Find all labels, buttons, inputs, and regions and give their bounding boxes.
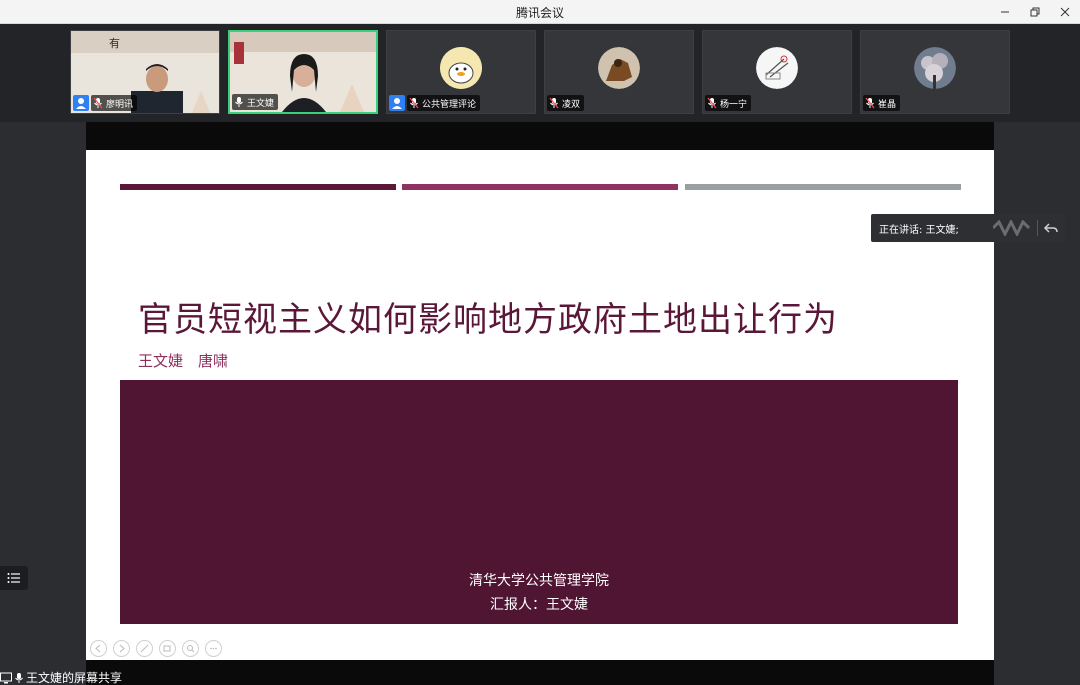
window-controls	[990, 0, 1080, 24]
mic-muted-icon	[707, 97, 717, 109]
participant-name-label: 崔晶	[863, 95, 901, 111]
participant-name-label: 廖明讯	[91, 95, 138, 111]
participant-name-label: 杨一宁	[705, 95, 752, 111]
window-title: 腾讯会议	[515, 6, 564, 20]
avatar	[598, 47, 640, 89]
shared-slide[interactable]: 官员短视主义如何影响地方政府土地出让行为 王文婕 唐啸 清华大学公共管理学院 汇…	[86, 150, 994, 660]
participant-tile[interactable]: 杨一宁	[702, 30, 852, 114]
slides-icon	[163, 645, 171, 652]
minimize-button[interactable]	[990, 0, 1020, 24]
slide-institution: 清华大学公共管理学院	[469, 573, 609, 589]
participant-name-label: 公共管理评论	[407, 95, 481, 111]
avatar	[756, 47, 798, 89]
mic-muted-icon	[865, 97, 875, 109]
participant-tile[interactable]: 王文婕	[228, 30, 378, 114]
minimize-icon	[1001, 11, 1009, 13]
mic-icon	[235, 97, 243, 107]
participant-name: 公共管理评论	[422, 99, 477, 110]
participant-name: 杨一宁	[720, 99, 748, 110]
participant-name-label: 凌双	[547, 95, 585, 111]
avatar	[914, 47, 956, 89]
shared-screen-letterbox-bottom	[86, 660, 994, 685]
close-button[interactable]	[1050, 0, 1080, 24]
shared-screen-letterbox-top	[86, 122, 994, 150]
screen-share-status: 王文婕的屏幕共享	[0, 670, 122, 685]
screen-share-icon	[0, 672, 12, 683]
close-icon	[1060, 7, 1070, 17]
speaking-text: 正在讲话: 王文婕;	[879, 224, 959, 236]
participant-strip: 有 廖明讯 王文婕 公共管理评论 凌双 杨一宁 崔晶	[0, 24, 1080, 122]
participant-name: 崔晶	[878, 99, 897, 110]
screen-share-text: 王文婕的屏幕共享	[26, 671, 123, 685]
slide-title: 官员短视主义如何影响地方政府土地出让行为	[138, 300, 838, 340]
restore-button[interactable]	[1020, 0, 1050, 24]
participant-name-label: 王文婕	[232, 94, 279, 110]
participant-tile[interactable]: 公共管理评论	[386, 30, 536, 114]
participant-name: 王文婕	[247, 98, 275, 109]
participant-tile[interactable]: 凌双	[544, 30, 694, 114]
pen-icon	[140, 644, 149, 653]
slide-accent-bar	[402, 184, 678, 190]
slides-button[interactable]	[159, 640, 176, 657]
slide-accent-bar	[120, 184, 396, 190]
avatar	[440, 47, 482, 89]
more-icon	[210, 647, 217, 650]
slide-authors: 王文婕 唐啸	[138, 352, 229, 370]
chevron-right-icon	[119, 644, 125, 653]
participant-tile[interactable]: 崔晶	[860, 30, 1010, 114]
list-icon	[7, 573, 20, 583]
zoom-button[interactable]	[182, 640, 199, 657]
slide-accent-bar	[685, 184, 961, 190]
magnifier-icon	[187, 645, 195, 653]
more-button[interactable]	[205, 640, 222, 657]
svg-text:有: 有	[109, 36, 120, 50]
pen-button[interactable]	[136, 640, 153, 657]
next-slide-button[interactable]	[113, 640, 130, 657]
participant-name: 凌双	[562, 99, 581, 110]
audio-wave-icon	[993, 220, 1031, 236]
user-badge-icon	[73, 95, 89, 111]
speaking-indicator: 正在讲话: 王文婕;	[871, 214, 1065, 242]
mic-muted-icon	[409, 97, 419, 109]
mic-muted-icon	[93, 97, 103, 109]
participant-tile[interactable]: 有 廖明讯	[70, 30, 220, 114]
slide-toolbar	[90, 640, 228, 657]
slide-content-box: 清华大学公共管理学院 汇报人：王文婕	[120, 380, 958, 624]
return-icon[interactable]	[1043, 220, 1059, 236]
chevron-left-icon	[95, 644, 101, 653]
participant-name: 廖明讯	[106, 99, 134, 110]
restore-icon	[1030, 7, 1040, 17]
mic-icon	[15, 672, 23, 683]
slide-reporter: 汇报人：王文婕	[490, 597, 588, 613]
participant-list-button[interactable]	[0, 566, 28, 590]
mic-muted-icon	[549, 97, 559, 109]
title-bar: 腾讯会议	[0, 0, 1080, 24]
divider	[1037, 220, 1038, 236]
user-badge-icon	[389, 95, 405, 111]
prev-slide-button[interactable]	[90, 640, 107, 657]
